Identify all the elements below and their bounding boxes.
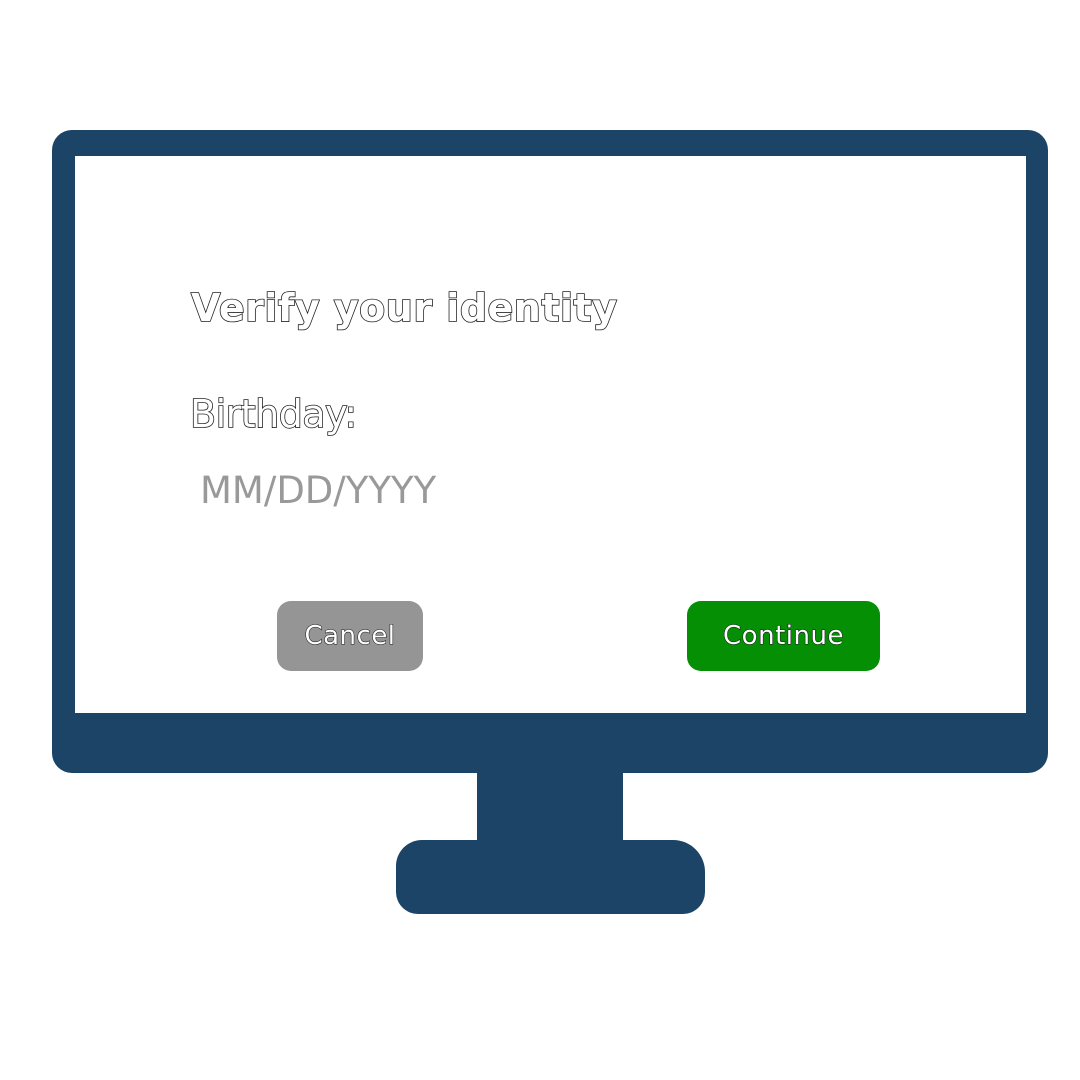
- dialog-title: Verify your identity: [190, 285, 618, 331]
- birthday-input[interactable]: [190, 462, 550, 518]
- birthday-label: Birthday:: [189, 391, 358, 437]
- monitor-stand-base: [396, 840, 705, 914]
- continue-button-label: Continue: [722, 620, 844, 651]
- illustration-canvas: Verify your identity Birthday: Cancel Co…: [0, 0, 1080, 1080]
- cancel-button-label: Cancel: [304, 620, 396, 651]
- monitor-stand-neck: [477, 770, 623, 845]
- cancel-button[interactable]: Cancel: [277, 601, 423, 671]
- continue-button[interactable]: Continue: [687, 601, 880, 671]
